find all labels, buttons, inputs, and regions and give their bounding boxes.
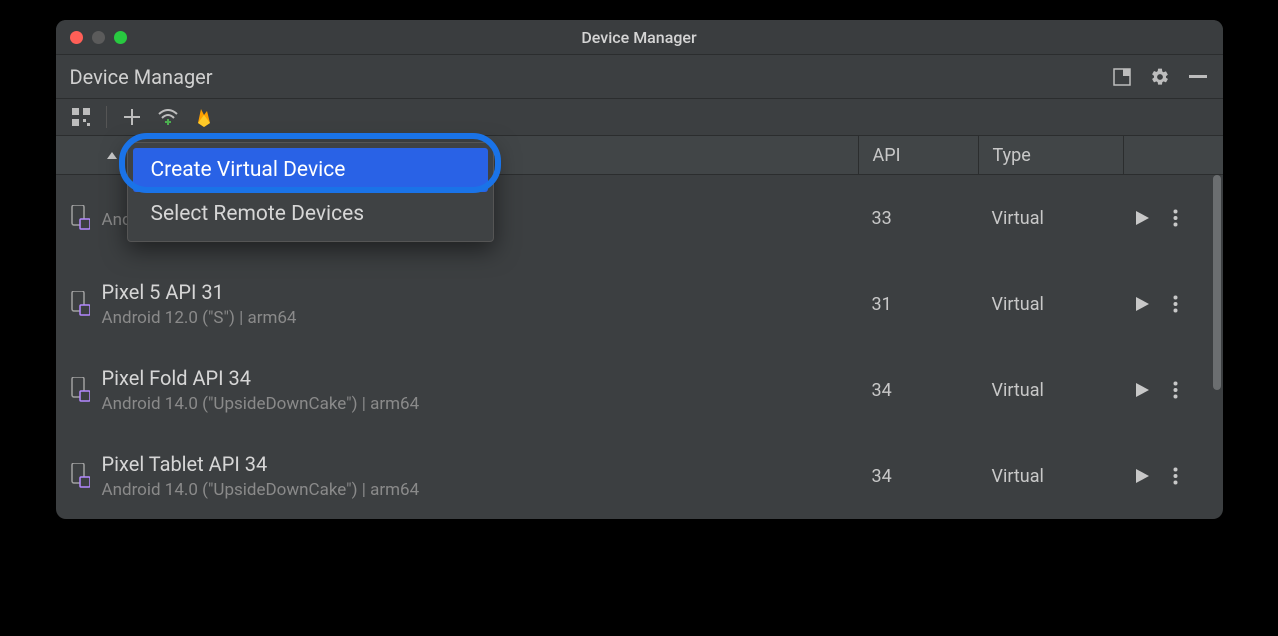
- close-window-button[interactable]: [70, 31, 83, 44]
- device-actions: [1123, 209, 1223, 227]
- more-icon[interactable]: [1173, 295, 1178, 313]
- device-actions: [1123, 295, 1223, 313]
- device-actions: [1123, 381, 1223, 399]
- header-type-col[interactable]: Type: [978, 136, 1123, 174]
- wifi-pair-icon[interactable]: [157, 106, 179, 128]
- device-subtitle: Android 14.0 ("UpsideDownCake") | arm64: [102, 394, 858, 414]
- header-api-col[interactable]: API: [858, 136, 978, 174]
- titlebar: Device Manager: [56, 20, 1223, 55]
- device-manager-window: Device Manager Device Manager: [56, 20, 1223, 519]
- play-icon[interactable]: [1133, 209, 1151, 227]
- panel-title: Device Manager: [70, 65, 213, 89]
- table-row[interactable]: Pixel Tablet API 34 Android 14.0 ("Upsid…: [56, 433, 1223, 519]
- window-mode-icon[interactable]: [1111, 66, 1133, 88]
- device-icon: [56, 377, 96, 403]
- device-api: 33: [858, 208, 978, 229]
- menu-create-virtual-device[interactable]: Create Virtual Device: [133, 148, 488, 192]
- minimize-window-button[interactable]: [92, 31, 105, 44]
- header-actions-col: [1123, 136, 1223, 174]
- play-icon[interactable]: [1133, 467, 1151, 485]
- more-icon[interactable]: [1173, 209, 1178, 227]
- device-icon: [56, 205, 96, 231]
- device-name: Pixel Fold API 34: [102, 366, 858, 390]
- device-api: 34: [858, 380, 978, 401]
- maximize-window-button[interactable]: [114, 31, 127, 44]
- device-icon: [56, 463, 96, 489]
- panel-toolbar: Device Manager: [56, 55, 1223, 99]
- device-actions: [1123, 467, 1223, 485]
- device-icon: [56, 291, 96, 317]
- device-name-cell: Pixel Fold API 34 Android 14.0 ("UpsideD…: [96, 366, 858, 414]
- play-icon[interactable]: [1133, 295, 1151, 313]
- device-name: Pixel 5 API 31: [102, 280, 858, 304]
- play-icon[interactable]: [1133, 381, 1151, 399]
- device-api: 31: [858, 294, 978, 315]
- gear-icon[interactable]: [1149, 66, 1171, 88]
- table-row[interactable]: Pixel Fold API 34 Android 14.0 ("UpsideD…: [56, 347, 1223, 433]
- add-device-dropdown: Create Virtual Device Select Remote Devi…: [127, 142, 494, 242]
- window-title: Device Manager: [56, 28, 1223, 47]
- hide-icon[interactable]: [1187, 66, 1209, 88]
- menu-select-remote-devices[interactable]: Select Remote Devices: [133, 192, 488, 236]
- device-subtitle: Android 12.0 ("S") | arm64: [102, 308, 858, 328]
- action-iconbar: [56, 99, 1223, 135]
- device-name-cell: Pixel 5 API 31 Android 12.0 ("S") | arm6…: [96, 280, 858, 328]
- grid-icon[interactable]: [70, 106, 92, 128]
- device-type: Virtual: [978, 294, 1123, 315]
- device-name-cell: Pixel Tablet API 34 Android 14.0 ("Upsid…: [96, 452, 858, 500]
- table-row[interactable]: Pixel 5 API 31 Android 12.0 ("S") | arm6…: [56, 261, 1223, 347]
- device-name: Pixel Tablet API 34: [102, 452, 858, 476]
- device-api: 34: [858, 466, 978, 487]
- separator: [106, 106, 107, 128]
- device-subtitle: Android 14.0 ("UpsideDownCake") | arm64: [102, 480, 858, 500]
- firebase-icon[interactable]: [193, 106, 215, 128]
- toolbar-actions: [1111, 66, 1209, 88]
- more-icon[interactable]: [1173, 381, 1178, 399]
- scrollbar[interactable]: [1213, 175, 1221, 390]
- more-icon[interactable]: [1173, 467, 1178, 485]
- device-type: Virtual: [978, 208, 1123, 229]
- add-device-icon[interactable]: [121, 106, 143, 128]
- traffic-lights: [70, 31, 127, 44]
- device-type: Virtual: [978, 380, 1123, 401]
- device-type: Virtual: [978, 466, 1123, 487]
